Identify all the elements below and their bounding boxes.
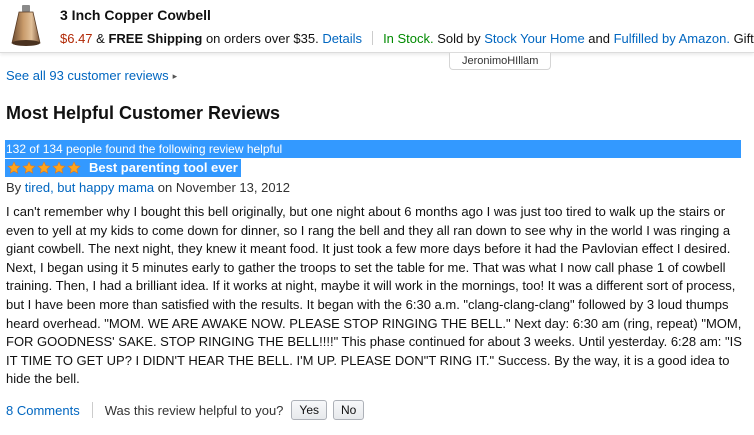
reviewer-link[interactable]: tired, but happy mama <box>25 180 154 195</box>
review-byline: By tired, but happy mama on November 13,… <box>6 180 290 195</box>
sold-by-label: Sold by <box>433 31 485 46</box>
helpful-no-button[interactable]: No <box>333 400 365 420</box>
details-link[interactable]: Details <box>322 31 362 46</box>
in-stock-status: In Stock. <box>383 31 434 46</box>
and-text: and <box>584 31 614 46</box>
divider <box>372 31 374 45</box>
free-shipping-label: FREE Shipping <box>108 31 203 46</box>
helpful-yes-button[interactable]: Yes <box>291 400 327 420</box>
cowbell-product-image[interactable] <box>6 3 46 47</box>
review-date: on November 13, 2012 <box>154 180 291 195</box>
comments-link[interactable]: 8 Comments <box>6 403 80 418</box>
section-title: Most Helpful Customer Reviews <box>6 103 281 123</box>
helpful-question: Was this review helpful to you? <box>104 402 284 418</box>
star-icon <box>67 161 81 174</box>
star-rating <box>5 159 85 177</box>
price-shipping-line: $6.47 & FREE Shipping on orders over $35… <box>60 31 754 46</box>
star-icon <box>37 161 51 174</box>
by-label: By <box>6 180 25 195</box>
star-icon <box>22 161 36 174</box>
product-title[interactable]: 3 Inch Copper Cowbell <box>60 7 211 23</box>
star-icon <box>7 161 21 174</box>
see-all-reviews-link[interactable]: See all 93 customer reviews ▸ <box>6 68 177 83</box>
review-rating-line: Best parenting tool ever <box>5 159 241 177</box>
right-caret-icon: ▸ <box>172 71 178 81</box>
review-footer: 8 Comments Was this review helpful to yo… <box>6 400 370 420</box>
see-all-label[interactable]: See all 93 customer reviews <box>6 68 169 83</box>
divider <box>91 402 93 418</box>
username-tag: JeronimoHIllam <box>449 53 552 70</box>
gift-text: Gift <box>729 31 754 46</box>
review-body: I can't remember why I bought this bell … <box>6 203 746 389</box>
product-summary-bar: 3 Inch Copper Cowbell $6.47 & FREE Shipp… <box>0 0 754 53</box>
helpful-count: 132 of 134 people found the following re… <box>5 140 741 158</box>
product-price: $6.47 <box>60 31 93 46</box>
review-text: I can't remember why I bought this bell … <box>6 204 742 387</box>
fulfilled-by-amazon-link[interactable]: Fulfilled by Amazon. <box>614 31 730 46</box>
star-icon <box>52 161 66 174</box>
shipping-connector: & <box>92 31 109 46</box>
shipping-terms: on orders over $35. <box>202 31 323 46</box>
seller-link[interactable]: Stock Your Home <box>484 31 584 46</box>
review-title[interactable]: Best parenting tool ever <box>85 159 241 177</box>
